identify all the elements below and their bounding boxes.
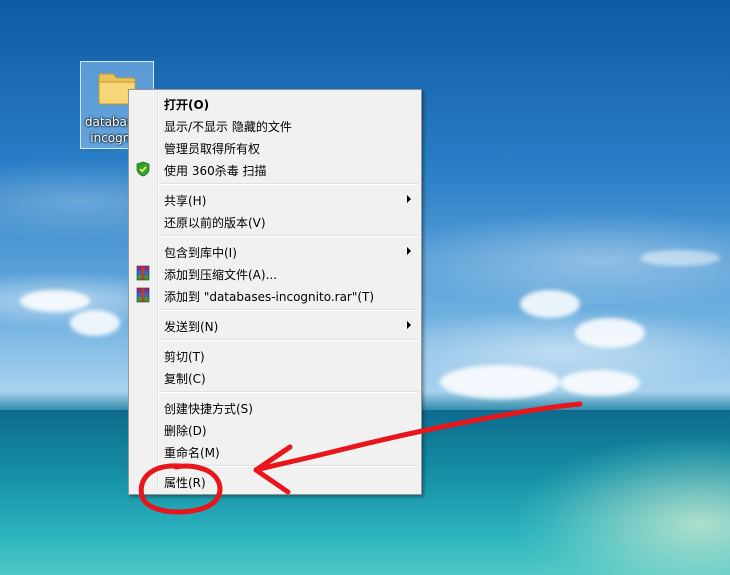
menu-item-properties[interactable]: 属性(R): [131, 470, 419, 492]
winrar-icon: [136, 287, 150, 303]
menu-item-label: 包含到库中(I): [164, 246, 237, 260]
menu-item-copy[interactable]: 复制(C): [131, 366, 419, 388]
cloud: [640, 250, 720, 266]
menu-item-send-to[interactable]: 发送到(N): [131, 314, 419, 336]
menu-item-add-to-rar[interactable]: 添加到 "databases-incognito.rar"(T): [131, 284, 419, 306]
menu-separator: [159, 391, 419, 393]
menu-item-label: 添加到 "databases-incognito.rar"(T): [164, 290, 375, 304]
menu-item-label: 管理员取得所有权: [164, 142, 261, 156]
cloud: [440, 365, 560, 399]
menu-separator: [159, 235, 419, 237]
menu-item-label: 打开(O): [164, 98, 210, 112]
menu-item-label: 重命名(M): [164, 446, 220, 460]
menu-item-take-ownership[interactable]: 管理员取得所有权: [131, 136, 419, 158]
menu-separator: [159, 309, 419, 311]
menu-item-delete[interactable]: 删除(D): [131, 418, 419, 440]
menu-item-label: 使用 360杀毒 扫描: [164, 164, 267, 178]
menu-item-label: 添加到压缩文件(A)...: [164, 268, 278, 282]
context-menu: 打开(O) 显示/不显示 隐藏的文件 管理员取得所有权 使用 360杀毒 扫描 …: [128, 89, 422, 495]
menu-item-label: 剪切(T): [164, 350, 205, 364]
cloud: [70, 310, 120, 336]
menu-item-restore-previous-versions[interactable]: 还原以前的版本(V): [131, 210, 419, 232]
menu-item-include-in-library[interactable]: 包含到库中(I): [131, 240, 419, 262]
menu-item-toggle-hidden-files[interactable]: 显示/不显示 隐藏的文件: [131, 114, 419, 136]
submenu-arrow-icon: [407, 321, 411, 329]
cloud: [520, 290, 580, 318]
menu-item-label: 共享(H): [164, 194, 207, 208]
menu-item-label: 删除(D): [164, 424, 207, 438]
menu-item-label: 复制(C): [164, 372, 206, 386]
submenu-arrow-icon: [407, 247, 411, 255]
cloud: [20, 290, 90, 312]
cloud: [575, 318, 645, 348]
submenu-arrow-icon: [407, 195, 411, 203]
menu-item-360-scan[interactable]: 使用 360杀毒 扫描: [131, 158, 419, 180]
menu-item-label: 发送到(N): [164, 320, 219, 334]
menu-item-label: 属性(R): [164, 476, 206, 490]
menu-separator: [159, 339, 419, 341]
menu-item-label: 还原以前的版本(V): [164, 216, 266, 230]
cloud: [560, 370, 640, 396]
winrar-icon: [136, 265, 150, 281]
shield-icon: [136, 161, 150, 177]
menu-item-create-shortcut[interactable]: 创建快捷方式(S): [131, 396, 419, 418]
menu-item-rename[interactable]: 重命名(M): [131, 440, 419, 462]
menu-separator: [159, 183, 419, 185]
menu-item-cut[interactable]: 剪切(T): [131, 344, 419, 366]
menu-item-open[interactable]: 打开(O): [131, 92, 419, 114]
menu-item-add-to-archive[interactable]: 添加到压缩文件(A)...: [131, 262, 419, 284]
menu-item-share[interactable]: 共享(H): [131, 188, 419, 210]
menu-item-label: 显示/不显示 隐藏的文件: [164, 120, 292, 134]
menu-item-label: 创建快捷方式(S): [164, 402, 253, 416]
menu-separator: [159, 465, 419, 467]
sandbar: [520, 440, 730, 575]
